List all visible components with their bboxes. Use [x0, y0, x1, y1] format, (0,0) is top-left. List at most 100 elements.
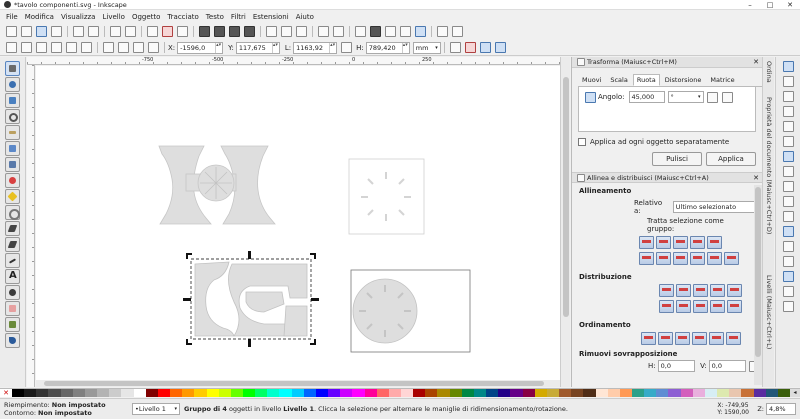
- clear-button[interactable]: Pulisci: [652, 152, 702, 166]
- align-left-icon[interactable]: [656, 236, 671, 249]
- order-graph-icon[interactable]: [709, 332, 724, 345]
- layer-select[interactable]: •Livello 1 ▾: [132, 403, 180, 415]
- color-swatch[interactable]: [230, 389, 243, 397]
- rotate-ccw-icon[interactable]: [706, 91, 718, 103]
- distribute-center-h-icon[interactable]: [676, 284, 691, 297]
- order-by-z-icon[interactable]: [658, 332, 673, 345]
- menu-layer[interactable]: Livello: [102, 13, 124, 21]
- distribute-gaps-v-icon[interactable]: [710, 300, 725, 313]
- scale-corners-icon[interactable]: [464, 42, 476, 53]
- color-swatch[interactable]: [182, 389, 195, 397]
- menu-extensions[interactable]: Estensioni: [253, 13, 289, 21]
- order-clockwise-icon[interactable]: [675, 332, 690, 345]
- rotate-cw-icon[interactable]: [51, 42, 62, 53]
- tab-order[interactable]: Ordina: [765, 61, 773, 83]
- order-tree-icon[interactable]: [726, 332, 741, 345]
- zoom-drawing-icon[interactable]: [214, 26, 225, 37]
- open-icon[interactable]: [21, 26, 32, 37]
- flip-vertical-icon[interactable]: [81, 42, 92, 53]
- undo-icon[interactable]: [110, 26, 121, 37]
- align-baseline-icon[interactable]: [724, 252, 739, 265]
- color-swatch[interactable]: [157, 389, 171, 397]
- order-exchange-icon[interactable]: [641, 332, 656, 345]
- color-swatch[interactable]: [741, 389, 754, 397]
- handle-top-icon[interactable]: [248, 251, 251, 259]
- snap-bbox-edge-icon[interactable]: [782, 91, 794, 102]
- color-swatch[interactable]: [133, 389, 146, 397]
- scrollbar-thumb[interactable]: [755, 187, 761, 357]
- color-swatch[interactable]: [12, 389, 25, 397]
- snap-centers-icon[interactable]: [782, 241, 794, 252]
- color-swatch[interactable]: [607, 389, 620, 397]
- minimize-button[interactable]: –: [740, 1, 760, 9]
- move-gradients-icon[interactable]: [479, 42, 491, 53]
- color-swatch[interactable]: [461, 389, 474, 397]
- scrollbar-thumb[interactable]: [44, 381, 544, 386]
- eraser-tool-icon[interactable]: [5, 301, 20, 316]
- export-icon[interactable]: [88, 26, 99, 37]
- rectangle-tool-icon[interactable]: [5, 141, 20, 156]
- color-swatch[interactable]: [364, 389, 377, 397]
- relative-to-select[interactable]: Ultimo selezionato▾: [672, 201, 762, 213]
- preferences-icon[interactable]: [437, 26, 448, 37]
- spiral-tool-icon[interactable]: [5, 205, 20, 220]
- document-properties-icon[interactable]: [452, 26, 463, 37]
- color-swatch[interactable]: [206, 389, 219, 397]
- tab-skew[interactable]: Distorsione: [661, 74, 706, 86]
- angle-field[interactable]: 45,000: [628, 91, 665, 103]
- h-spin-icon[interactable]: ▴▾: [401, 42, 408, 53]
- distribute-gaps-h-icon[interactable]: [710, 284, 725, 297]
- selector-tool-icon[interactable]: [5, 61, 20, 76]
- import-icon[interactable]: [73, 26, 84, 37]
- zoom-page-icon[interactable]: [229, 26, 240, 37]
- round-tabletop[interactable]: [350, 269, 471, 353]
- color-swatch[interactable]: [376, 389, 389, 397]
- close-icon[interactable]: ✕: [753, 58, 759, 66]
- tab-document-properties[interactable]: Proprietà del documento (Maiusc+Ctrl+D): [765, 97, 773, 234]
- color-swatch[interactable]: [498, 389, 511, 397]
- color-swatch[interactable]: [413, 389, 426, 397]
- color-swatch[interactable]: [486, 389, 499, 397]
- spray-tool-icon[interactable]: [5, 285, 20, 300]
- color-swatch[interactable]: [777, 389, 790, 397]
- snap-midpoints-icon[interactable]: [782, 226, 794, 237]
- color-swatch[interactable]: [109, 389, 122, 397]
- color-swatch[interactable]: [656, 389, 669, 397]
- color-swatch[interactable]: [668, 389, 681, 397]
- distribute-center-v-icon[interactable]: [676, 300, 691, 313]
- color-swatch[interactable]: [425, 389, 438, 397]
- menu-text[interactable]: Testo: [206, 13, 224, 21]
- color-swatch[interactable]: [644, 389, 657, 397]
- color-swatch[interactable]: [704, 389, 718, 397]
- snap-cusp-icon[interactable]: [782, 196, 794, 207]
- pen-tool-icon[interactable]: [5, 237, 20, 252]
- snap-bbox-icon[interactable]: [782, 76, 794, 87]
- unit-select[interactable]: mm ▾: [412, 41, 441, 54]
- zoom-selection-icon[interactable]: [199, 26, 210, 37]
- color-swatch[interactable]: [546, 389, 560, 397]
- lower-icon[interactable]: [133, 42, 144, 53]
- align-distribute-icon[interactable]: [415, 26, 426, 37]
- color-swatch[interactable]: [692, 389, 705, 397]
- zoom-tool-icon[interactable]: [5, 109, 20, 124]
- snap-grid-icon[interactable]: [782, 286, 794, 297]
- print-icon[interactable]: [51, 26, 62, 37]
- snap-bbox-midpoint-icon[interactable]: [782, 121, 794, 132]
- order-grid-icon[interactable]: [692, 332, 707, 345]
- color-swatch[interactable]: [680, 389, 693, 397]
- stroke-value[interactable]: Non impostato: [38, 409, 92, 417]
- new-document-icon[interactable]: [6, 26, 17, 37]
- distribute-top-icon[interactable]: [659, 300, 674, 313]
- color-swatch[interactable]: [97, 389, 110, 397]
- color-swatch[interactable]: [279, 389, 292, 397]
- color-swatch[interactable]: [36, 389, 49, 397]
- selected-bracket-group[interactable]: [194, 261, 308, 337]
- flip-horizontal-icon[interactable]: [66, 42, 77, 53]
- color-swatch[interactable]: [340, 389, 353, 397]
- color-swatch[interactable]: [765, 389, 778, 397]
- snap-guide-icon[interactable]: [782, 301, 794, 312]
- color-swatch[interactable]: [388, 389, 401, 397]
- color-swatch[interactable]: [24, 389, 37, 397]
- dropper-tool-icon[interactable]: [5, 333, 20, 348]
- move-patterns-icon[interactable]: [494, 42, 506, 53]
